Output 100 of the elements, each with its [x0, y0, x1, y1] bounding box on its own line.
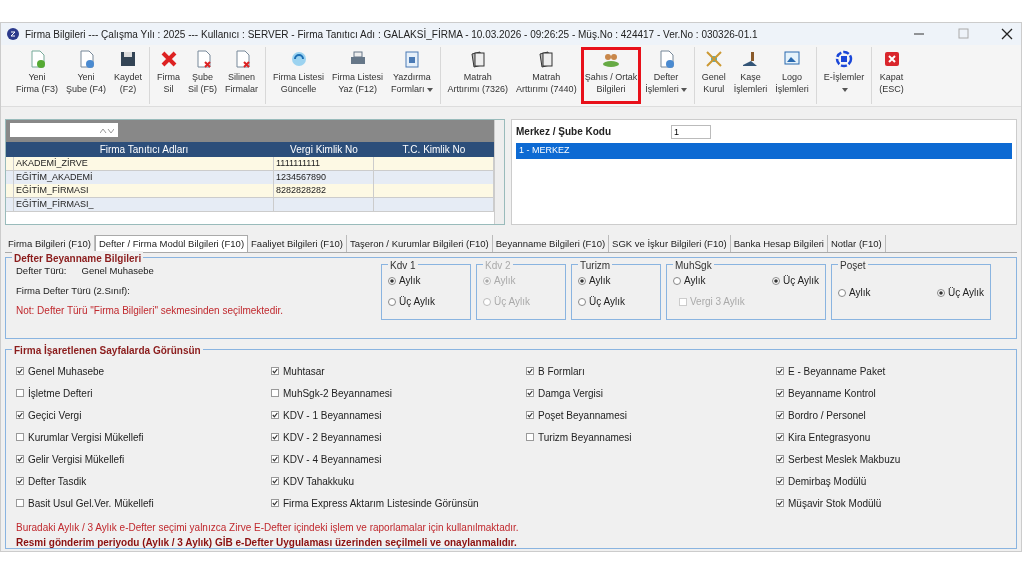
checkbox-label: KDV Tahakkuku [283, 474, 354, 489]
toolbar-button[interactable]: Şahıs / Ortak Bilgileri [580, 47, 642, 104]
checkbox[interactable] [16, 433, 24, 442]
checkbox[interactable] [776, 411, 784, 420]
checkbox-label: Gelir Vergisi Mükellefi [28, 452, 125, 467]
checkbox-label: Genel Muhasebe [28, 364, 105, 379]
toolbar-button[interactable]: Matrah Arttırımı (7326) [443, 47, 513, 104]
note-text: Not: Defter Türü "Firma Bilgileri" sekmesinden seçilmektedir. [16, 304, 283, 316]
checkbox-label: Basit Usul Gel.Ver. Mükellefi [28, 496, 154, 511]
checkbox[interactable] [776, 477, 784, 486]
checkbox[interactable] [776, 455, 784, 464]
toolbar-button[interactable]: Firma Sil [153, 47, 185, 104]
document-add-icon [28, 50, 46, 68]
close-icon [882, 50, 901, 68]
column-header: Firma Tanıtıcı Adları [98, 143, 190, 157]
toolbar-button[interactable]: Kaydet (F2) [110, 47, 147, 104]
radio-button[interactable] [578, 297, 586, 306]
toolbar-button[interactable]: Firma Listesi Yaz (F12) [328, 47, 388, 104]
checkbox[interactable] [16, 455, 24, 464]
branch-code-field[interactable]: 1 [671, 124, 711, 139]
toolbar-button[interactable]: Kaşe İşlemleri [729, 47, 772, 104]
toolbar-button[interactable]: Yazdırma Formları [387, 47, 437, 104]
checkbox[interactable] [776, 367, 784, 376]
checkbox[interactable] [526, 389, 534, 398]
checkbox[interactable] [271, 367, 279, 376]
checkbox[interactable] [526, 411, 534, 420]
radio-button[interactable] [673, 276, 681, 285]
checkbox-label: KDV - 4 Beyannamesi [283, 452, 382, 467]
group-title: MuhSgk [673, 258, 714, 274]
checkbox-label: Bordro / Personel [788, 408, 866, 423]
checkbox[interactable] [776, 499, 784, 508]
toolbar-button[interactable]: Kapat (ESC) [875, 47, 908, 104]
radio-button[interactable] [772, 276, 781, 285]
tab[interactable]: Defter / Firma Modül Bilgileri (F10) [94, 235, 249, 253]
checkbox[interactable] [16, 411, 24, 420]
column-header: Vergi Kimlik No [289, 143, 359, 157]
checkbox[interactable] [16, 367, 24, 376]
toolbar-button[interactable]: Yeni Şube (F4) [62, 47, 111, 104]
tab[interactable]: Faaliyet Bilgileri (F10) [248, 235, 347, 253]
checkbox[interactable] [271, 455, 279, 464]
toolbar-button[interactable]: Defter İşlemleri [641, 47, 691, 104]
caret-icon [680, 87, 687, 92]
field-label: Merkez / Şube Kodu [516, 125, 611, 139]
tab[interactable]: Beyanname Bilgileri (F10) [492, 235, 610, 253]
toolbar-button[interactable]: Matrah Arttırımı (7440) [512, 47, 581, 104]
checkbox-label: Turizm Beyannamesi [538, 430, 632, 445]
checkbox[interactable] [271, 389, 279, 398]
checkbox[interactable] [526, 367, 534, 376]
save-icon [119, 50, 138, 68]
tab[interactable]: SGK ve İşkur Bilgileri (F10) [609, 235, 731, 253]
checkbox[interactable] [526, 433, 534, 442]
column-header: T.C. Kimlik No [401, 143, 467, 157]
radio-label: Üç Aylık [783, 274, 819, 289]
checkbox[interactable] [271, 411, 279, 420]
radio-label: Aylık [849, 286, 871, 301]
checkbox[interactable] [271, 477, 279, 486]
checkbox[interactable] [271, 433, 279, 442]
caret-icon [842, 87, 848, 92]
checkbox-label: Kurumlar Vergisi Mükellefi [28, 430, 144, 445]
checkbox-label: Vergi 3 Aylık [690, 295, 745, 310]
checkbox-label: E - Beyanname Paket [788, 364, 886, 379]
checkbox[interactable] [16, 499, 24, 508]
radio-label: Aylık [399, 274, 421, 289]
checkbox[interactable] [16, 477, 24, 486]
scrollbar[interactable] [494, 120, 504, 224]
checkbox[interactable] [16, 389, 24, 398]
radio-label: Üç Aylık [948, 286, 984, 301]
toolbar-button[interactable]: Firma Listesi Güncelle [269, 47, 329, 104]
tab[interactable]: Notlar (F10) [827, 235, 886, 253]
toolbar-button[interactable]: E-İşlemler [819, 47, 869, 104]
toolbar-button[interactable]: Silinen Firmalar [221, 47, 263, 104]
radio-label: Üç Aylık [399, 295, 435, 310]
checkbox[interactable] [271, 499, 279, 508]
close-icon[interactable] [999, 28, 1015, 40]
checkbox-label: Demirbaş Modülü [788, 474, 867, 489]
checkbox[interactable] [776, 389, 784, 398]
toolbar-button[interactable]: Yeni Firma (F3) [12, 47, 62, 104]
radio-button[interactable] [388, 297, 396, 306]
radio-button[interactable] [937, 288, 946, 297]
checkbox-label: Damga Vergisi [538, 386, 604, 401]
toolbar-button[interactable]: Genel Kurul [697, 47, 730, 104]
radio-button[interactable] [838, 288, 846, 297]
radio-label: Üç Aylık [589, 295, 625, 310]
documents-icon [537, 50, 556, 68]
list-item[interactable]: 1 - MERKEZ [516, 143, 1012, 159]
radio-button[interactable] [388, 276, 396, 285]
checkbox-label: Kira Entegrasyonu [788, 430, 871, 445]
toolbar-button[interactable]: Logo İşlemleri [771, 47, 813, 104]
document-icon [77, 50, 95, 68]
checkbox-label: Beyanname Kontrol [788, 386, 876, 401]
radio-button[interactable] [578, 276, 586, 285]
checkbox-label: Defter Tasdik [28, 474, 87, 489]
window-title: Firma Bilgileri --- Çalışma Yılı : 2025 --- Kullanıcı : SERVER - Firma Tanıtıcı Adı : GALAKSİ_FİRMA - 10.03.2026 - 09:26:25 - Müş.No : 424417 - Ver.No : 030326-01.1 [25, 27, 759, 42]
tab[interactable]: Taşeron / Kurumlar Bilgileri (F10) [346, 235, 493, 253]
checkbox-label: Muhtasar [283, 364, 325, 379]
toolbar-button[interactable]: Şube Sil (F5) [184, 47, 222, 104]
tab[interactable]: Banka Hesap Bilgileri [730, 235, 828, 253]
radio-label: Aylık [494, 274, 516, 289]
checkbox-label: İşletme Defteri [28, 386, 93, 401]
checkbox[interactable] [776, 433, 784, 442]
